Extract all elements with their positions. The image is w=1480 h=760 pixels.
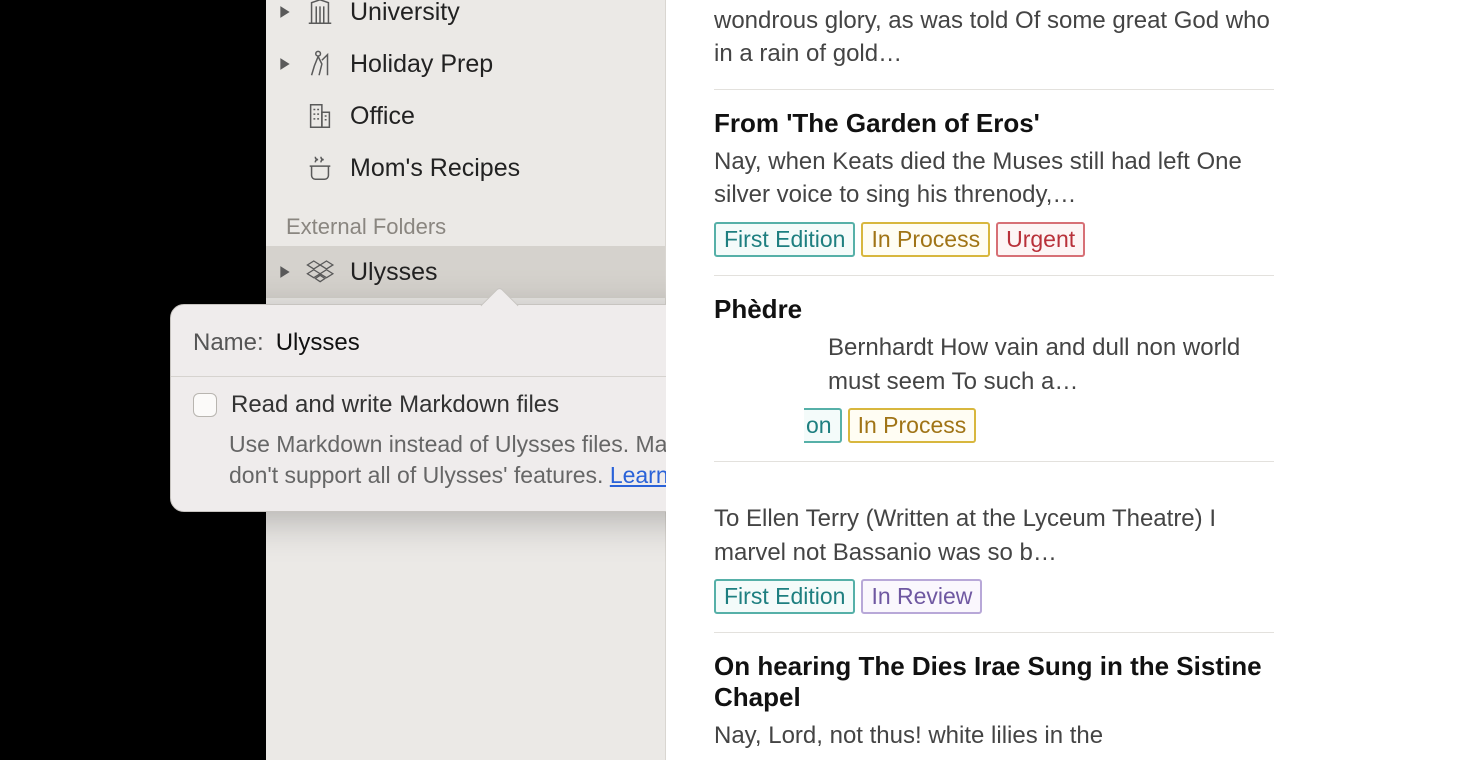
tag-in-process[interactable]: In Process	[861, 222, 990, 257]
sidebar: University Holiday Prep Office Mom's Rec…	[266, 0, 666, 760]
note-item[interactable]: On hearing The Dies Irae Sung in the Sis…	[714, 633, 1274, 760]
hiker-icon	[304, 48, 336, 80]
note-item[interactable]: To Ellen Terry (Written at the Lyceum Th…	[714, 462, 1274, 633]
sidebar-item-holiday-prep[interactable]: Holiday Prep	[266, 38, 665, 90]
tag-in-review[interactable]: In Review	[861, 579, 982, 614]
note-preview: Was this His coming! I had hoped to see …	[714, 0, 1274, 71]
name-value[interactable]: Ulysses	[276, 329, 360, 357]
sidebar-item-moms-recipes[interactable]: Mom's Recipes	[266, 142, 665, 194]
tag-urgent[interactable]: Urgent	[996, 222, 1085, 257]
pot-icon	[304, 152, 336, 184]
sidebar-item-label: Holiday Prep	[350, 50, 493, 79]
disclosure-arrow-icon[interactable]	[276, 265, 294, 279]
office-icon	[304, 100, 336, 132]
sidebar-item-university[interactable]: University	[266, 0, 665, 38]
note-preview: Nay, when Keats died the Muses still had…	[714, 145, 1274, 212]
sidebar-item-label: Office	[350, 102, 415, 131]
sidebar-item-label: Ulysses	[350, 258, 438, 287]
tag-first-edition[interactable]: First Edition	[714, 579, 855, 614]
tag-row: First Edition In Process Urgent	[714, 222, 1274, 257]
markdown-checkbox[interactable]	[193, 393, 217, 417]
note-title: On hearing The Dies Irae Sung in the Sis…	[714, 651, 1274, 713]
sidebar-item-label: Mom's Recipes	[350, 154, 520, 183]
sidebar-item-ulysses[interactable]: Ulysses	[266, 246, 665, 298]
tag-first-edition[interactable]: First Edition	[714, 222, 855, 257]
note-preview: Bernhardt How vain and dull non world mu…	[714, 331, 1274, 398]
note-title: Phèdre	[714, 294, 1274, 325]
dropbox-icon	[304, 256, 336, 288]
disclosure-arrow-icon[interactable]	[276, 5, 294, 19]
note-preview: To Ellen Terry (Written at the Lyceum Th…	[714, 502, 1274, 569]
tag-row: First Edition In Review	[714, 579, 1274, 614]
disclosure-arrow-icon[interactable]	[276, 57, 294, 71]
building-icon	[304, 0, 336, 28]
note-item[interactable]: From 'The Garden of Eros' Nay, when Keat…	[714, 90, 1274, 276]
sidebar-section-external: External Folders	[266, 194, 665, 246]
markdown-checkbox-label: Read and write Markdown files	[231, 391, 559, 419]
note-list-pane: Was this His coming! I had hoped to see …	[666, 0, 1480, 760]
sidebar-item-label: University	[350, 0, 460, 27]
tag-in-process[interactable]: In Process	[848, 408, 977, 443]
tag-partial[interactable]: on	[804, 408, 842, 443]
note-item[interactable]: Phèdre Bernhardt How vain and dull non w…	[714, 276, 1274, 462]
tag-row: on In Process	[714, 408, 1274, 443]
name-label: Name:	[193, 329, 264, 357]
note-item[interactable]: Was this His coming! I had hoped to see …	[714, 0, 1274, 90]
note-preview: Nay, Lord, not thus! white lilies in the	[714, 719, 1274, 753]
note-title: From 'The Garden of Eros'	[714, 108, 1274, 139]
sidebar-item-office[interactable]: Office	[266, 90, 665, 142]
